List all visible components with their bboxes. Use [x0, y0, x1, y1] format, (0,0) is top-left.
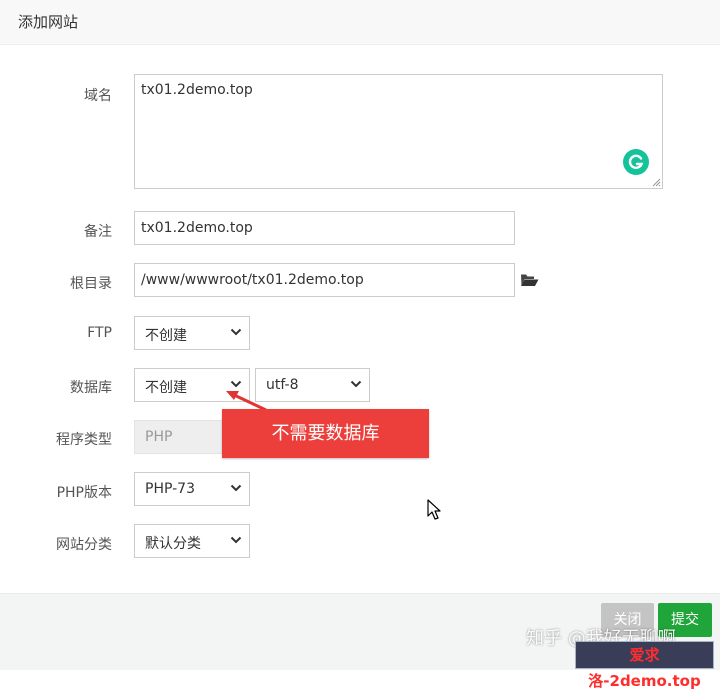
program-type-value: PHP: [145, 429, 173, 445]
folder-open-icon[interactable]: [520, 273, 539, 287]
mouse-cursor-icon: [427, 499, 441, 520]
php-version-select[interactable]: PHP-73: [134, 472, 250, 506]
annotation-callout: 不需要数据库: [222, 409, 429, 458]
remark-input[interactable]: tx01.2demo.top: [134, 211, 515, 245]
database-label: 数据库: [70, 380, 112, 396]
database-select-value: 不创建: [145, 380, 187, 396]
program-type-label: 程序类型: [56, 432, 112, 448]
chevron-down-icon: [230, 484, 242, 492]
ftp-select[interactable]: 不创建: [134, 316, 250, 350]
domain-label: 域名: [84, 88, 112, 104]
grammarly-icon[interactable]: [622, 148, 650, 176]
php-version-label: PHP版本: [56, 485, 112, 501]
site-category-value: 默认分类: [145, 536, 201, 552]
resize-handle-icon[interactable]: [651, 177, 661, 187]
dialog-titlebar: 添加网站: [0, 0, 720, 45]
ftp-select-value: 不创建: [145, 328, 187, 344]
dialog-title: 添加网站: [18, 13, 79, 31]
chevron-down-icon: [350, 380, 362, 388]
chevron-down-icon: [230, 536, 242, 544]
site-category-label: 网站分类: [56, 537, 112, 553]
site-stamp-watermark: 爱求洛-2demo.top: [575, 641, 714, 690]
database-charset-select[interactable]: utf-8: [255, 368, 370, 402]
ftp-label: FTP: [87, 325, 112, 341]
remark-label: 备注: [84, 224, 112, 240]
root-dir-input[interactable]: /www/wwwroot/tx01.2demo.top: [134, 263, 515, 297]
chevron-down-icon: [230, 328, 242, 336]
site-category-select[interactable]: 默认分类: [134, 524, 250, 558]
domain-textarea[interactable]: tx01.2demo.top: [134, 74, 663, 189]
root-dir-label: 根目录: [70, 276, 112, 292]
php-version-value: PHP-73: [145, 481, 195, 497]
domain-value: tx01.2demo.top: [141, 82, 253, 98]
